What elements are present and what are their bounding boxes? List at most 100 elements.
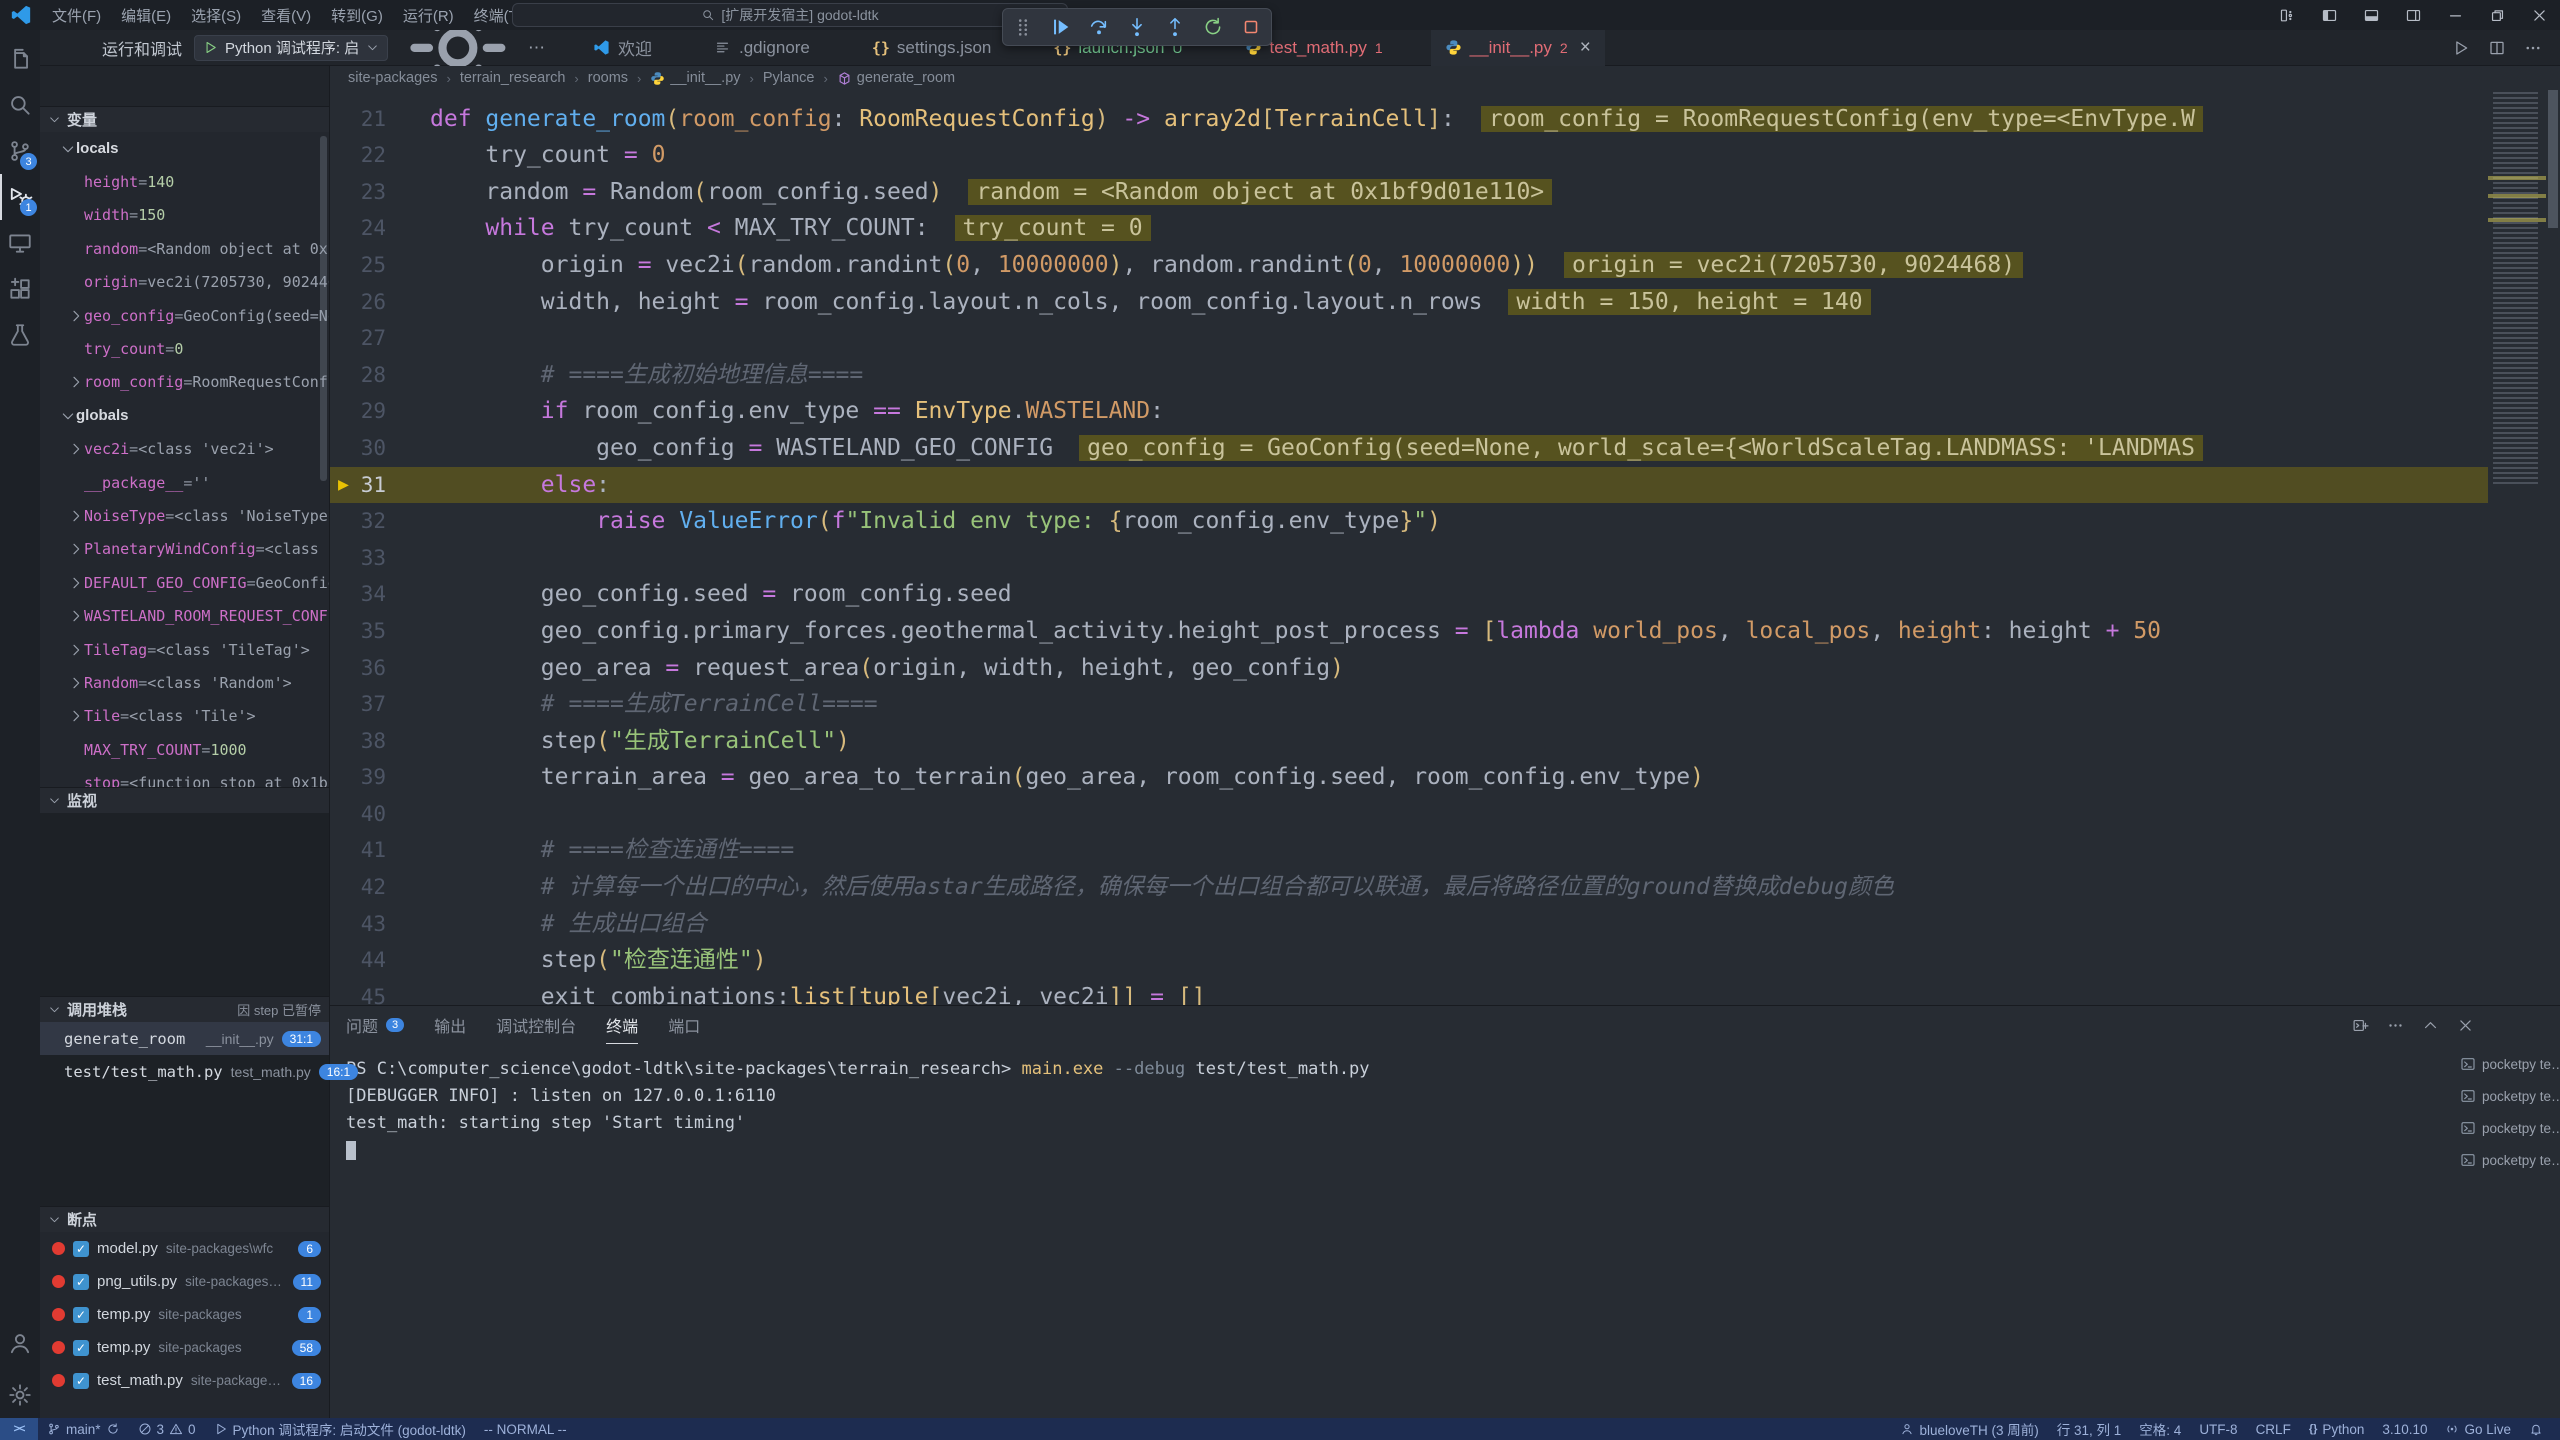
activity-testing[interactable] <box>0 312 40 358</box>
split-editor-icon[interactable] <box>2488 39 2506 57</box>
activity-search[interactable] <box>0 82 40 128</box>
line-number[interactable]: 34 <box>330 576 400 613</box>
watch-section-header[interactable]: 监视 <box>40 787 329 813</box>
tab-__init__.py[interactable]: __init__.py2× <box>1431 30 1605 66</box>
continue-button[interactable] <box>1049 15 1073 39</box>
line-number[interactable]: 42 <box>330 869 400 906</box>
run-python-file-icon[interactable] <box>2452 39 2470 57</box>
step-into-button[interactable] <box>1125 15 1149 39</box>
variable-row[interactable]: height = 140 <box>40 165 329 198</box>
line-number[interactable]: 24 <box>330 210 400 247</box>
callstack-frame[interactable]: test/test_math.pytest_math.py16:1 <box>40 1055 329 1088</box>
activity-account[interactable] <box>0 1320 40 1366</box>
terminal-session[interactable]: pocketpy te… <box>2460 1080 2560 1112</box>
breadcrumb-item[interactable]: site-packages <box>348 70 437 86</box>
start-debug-icon[interactable] <box>203 40 218 55</box>
debug-more-actions[interactable]: ⋯ <box>528 38 545 58</box>
callstack-frame[interactable]: generate_room__init__.py31:1 <box>40 1022 329 1055</box>
restart-button[interactable] <box>1201 15 1225 39</box>
line-number[interactable]: 29 <box>330 393 400 430</box>
variable-row[interactable]: TileTag = <class 'TileTag'> <box>40 633 329 666</box>
git-branch[interactable]: main* <box>38 1418 129 1440</box>
tab-settings.json[interactable]: {}settings.json <box>858 30 1006 66</box>
breakpoint-row[interactable]: ✓temp.pysite-packages1 <box>40 1298 329 1331</box>
variable-row[interactable]: stop = <function stop at 0x1bf8d716d <box>40 766 329 787</box>
activity-remote[interactable] <box>0 220 40 266</box>
layout-secondary-button[interactable] <box>2392 0 2434 30</box>
variable-row[interactable]: vec2i = <class 'vec2i'> <box>40 433 329 466</box>
line-number[interactable]: 21 <box>330 101 400 138</box>
code-line[interactable]: 33 <box>330 540 2488 577</box>
code-line[interactable]: 30 geo_config = WASTELAND_GEO_CONFIGgeo_… <box>330 430 2488 467</box>
line-number[interactable]: 33 <box>330 540 400 577</box>
step-over-button[interactable] <box>1087 15 1111 39</box>
line-number[interactable]: 26 <box>330 284 400 321</box>
language-mode[interactable]: {}Python <box>2300 1418 2374 1440</box>
line-number[interactable]: 43 <box>330 906 400 943</box>
variable-row[interactable]: WASTELAND_ROOM_REQUEST_CONFIG = RoomR… <box>40 599 329 632</box>
code-line[interactable]: 38 step("生成TerrainCell") <box>330 723 2488 760</box>
breakpoint-row[interactable]: ✓temp.pysite-packages58 <box>40 1331 329 1364</box>
variable-row[interactable]: PlanetaryWindConfig = <class 'Planeta… <box>40 533 329 566</box>
variable-row[interactable]: __package__ = '' <box>40 466 329 499</box>
breadcrumb-item[interactable]: Pylance <box>763 70 815 86</box>
line-number[interactable]: 27 <box>330 320 400 357</box>
code-line[interactable]: ▶31 else: <box>330 467 2488 504</box>
variable-row[interactable]: try_count = 0 <box>40 332 329 365</box>
line-number[interactable]: 39 <box>330 759 400 796</box>
code-line[interactable]: 29 if room_config.env_type == EnvType.WA… <box>330 393 2488 430</box>
encoding[interactable]: UTF-8 <box>2190 1418 2246 1440</box>
code-line[interactable]: 32 raise ValueError(f"Invalid env type: … <box>330 503 2488 540</box>
activity-files[interactable] <box>0 36 40 82</box>
restore-button[interactable] <box>2476 0 2518 30</box>
code-line[interactable]: 45 exit_combinations:list[tuple[vec2i, v… <box>330 979 2488 1005</box>
new-terminal-icon[interactable] <box>2352 1017 2369 1034</box>
sidebar-scrollbar[interactable] <box>320 136 327 481</box>
remote-indicator[interactable]: >< <box>0 1418 38 1440</box>
eol[interactable]: CRLF <box>2247 1418 2300 1440</box>
code-line[interactable]: 42 # 计算每一个出口的中心，然后使用astar生成路径，确保每一个出口组合都… <box>330 869 2488 906</box>
layout-customize-button[interactable] <box>2266 0 2308 30</box>
line-number[interactable]: 41 <box>330 832 400 869</box>
menu-item[interactable]: 文件(F) <box>42 0 111 30</box>
line-number[interactable]: 40 <box>330 796 400 833</box>
breakpoint-checkbox[interactable]: ✓ <box>73 1241 89 1257</box>
line-number[interactable]: 28 <box>330 357 400 394</box>
code-line[interactable]: 36 geo_area = request_area(origin, width… <box>330 650 2488 687</box>
breadcrumb-item[interactable]: __init__.py <box>650 70 740 86</box>
line-number[interactable]: ▶31 <box>330 467 400 504</box>
code-line[interactable]: 41 # ====检查连通性==== <box>330 832 2488 869</box>
panel-tab-调试控制台[interactable]: 调试控制台 <box>496 1006 576 1044</box>
line-number[interactable]: 45 <box>330 979 400 1005</box>
variable-row[interactable]: MAX_TRY_COUNT = 1000 <box>40 733 329 766</box>
code-line[interactable]: 34 geo_config.seed = room_config.seed <box>330 576 2488 613</box>
variable-row[interactable]: origin = vec2i(7205730, 9024468) <box>40 266 329 299</box>
breakpoint-checkbox[interactable]: ✓ <box>73 1274 89 1290</box>
tab-close-button[interactable]: × <box>1580 38 1591 57</box>
variable-row[interactable]: room_config = RoomRequestConfig(env_t… <box>40 366 329 399</box>
menu-item[interactable]: 编辑(E) <box>111 0 181 30</box>
minimap[interactable] <box>2488 90 2546 1005</box>
variable-row[interactable]: Tile = <class 'Tile'> <box>40 700 329 733</box>
callstack-section-header[interactable]: 调用堆栈 因 step 已暂停 <box>40 996 329 1022</box>
editor-scrollbar-thumb[interactable] <box>2548 90 2558 228</box>
code-line[interactable]: 35 geo_config.primary_forces.geothermal_… <box>330 613 2488 650</box>
panel-tab-输出[interactable]: 输出 <box>434 1006 466 1044</box>
breakpoint-row[interactable]: ✓model.pysite-packages\wfc6 <box>40 1232 329 1265</box>
notifications[interactable] <box>2520 1418 2552 1440</box>
python-version[interactable]: 3.10.10 <box>2373 1418 2436 1440</box>
code-line[interactable]: 22 try_count = 0 <box>330 137 2488 174</box>
maximize-panel-icon[interactable] <box>2422 1017 2439 1034</box>
variable-row[interactable]: locals <box>40 132 329 165</box>
line-number[interactable]: 38 <box>330 723 400 760</box>
menu-item[interactable]: 转到(G) <box>321 0 393 30</box>
terminal[interactable]: PS C:\computer_science\godot-ldtk\site-p… <box>330 1044 2460 1418</box>
line-number[interactable]: 25 <box>330 247 400 284</box>
cursor-position[interactable]: 行 31, 列 1 <box>2048 1418 2131 1440</box>
code-line[interactable]: 24 while try_count < MAX_TRY_COUNT:try_c… <box>330 210 2488 247</box>
menu-item[interactable]: 运行(R) <box>393 0 464 30</box>
line-number[interactable]: 37 <box>330 686 400 723</box>
layout-panel-button[interactable] <box>2350 0 2392 30</box>
close-panel-icon[interactable] <box>2457 1017 2474 1034</box>
indentation[interactable]: 空格: 4 <box>2130 1418 2190 1440</box>
